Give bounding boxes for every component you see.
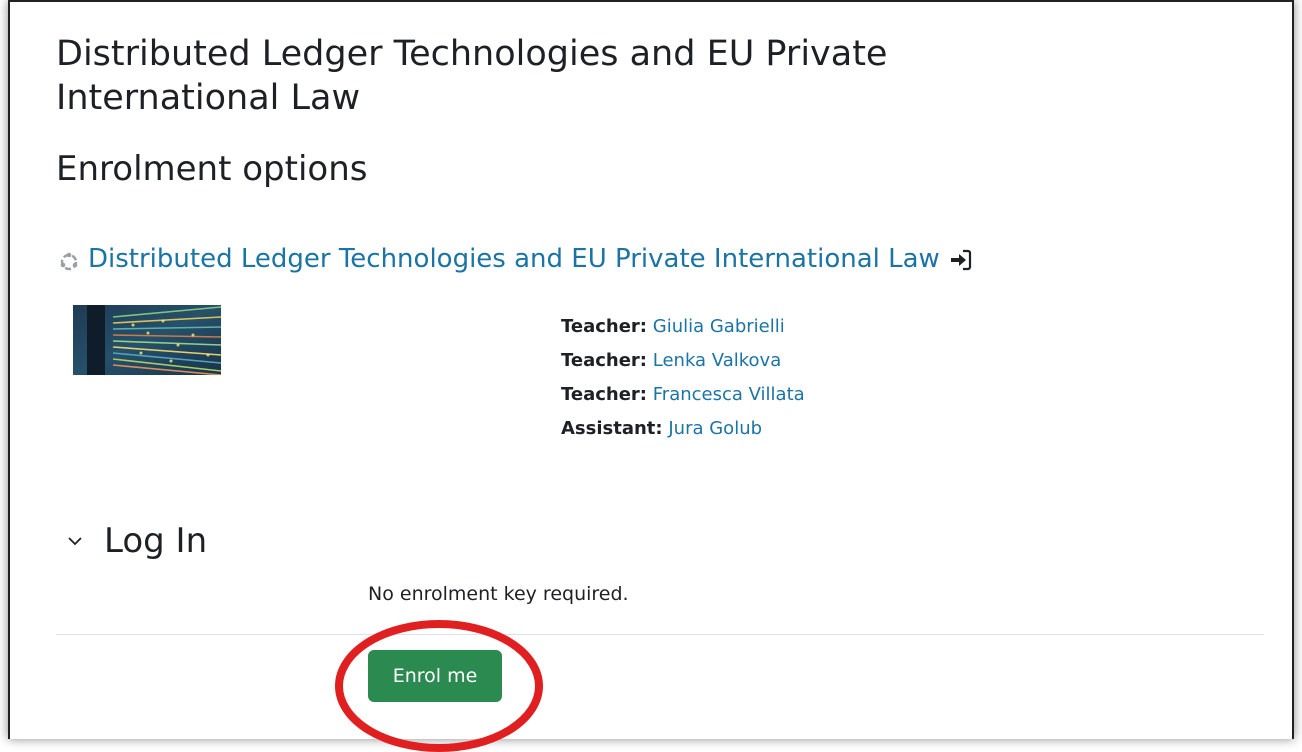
chevron-down-icon (66, 532, 84, 550)
login-section-title: Log In (104, 521, 208, 561)
contact-row: Teacher: Giulia Gabrielli (561, 310, 805, 344)
course-link-row: Distributed Ledger Technologies and EU P… (58, 242, 972, 276)
course-link[interactable]: Distributed Ledger Technologies and EU P… (88, 242, 940, 276)
contact-name-link[interactable]: Francesca Villata (653, 384, 805, 405)
contact-role: Teacher: (561, 350, 648, 371)
enrolment-key-note: No enrolment key required. (368, 583, 629, 605)
contact-row: Teacher: Francesca Villata (561, 378, 805, 412)
course-contacts: Teacher: Giulia Gabrielli Teacher: Lenka… (561, 310, 805, 446)
course-hub-icon (58, 248, 80, 271)
enrolment-options-heading: Enrolment options (56, 149, 368, 189)
contact-name-link[interactable]: Jura Golub (668, 418, 762, 439)
enrol-me-button[interactable]: Enrol me (368, 650, 502, 702)
divider (56, 634, 1264, 635)
page-title: Distributed Ledger Technologies and EU P… (56, 34, 888, 118)
page-frame: Distributed Ledger Technologies and EU P… (8, 0, 1294, 752)
contact-name-link[interactable]: Giulia Gabrielli (653, 316, 785, 337)
contact-name-link[interactable]: Lenka Valkova (653, 350, 781, 371)
contact-row: Assistant: Jura Golub (561, 412, 805, 446)
contact-role: Teacher: (561, 384, 648, 405)
contact-role: Teacher: (561, 316, 648, 337)
contact-role: Assistant: (561, 418, 663, 439)
contact-row: Teacher: Lenka Valkova (561, 344, 805, 378)
sign-in-icon (948, 247, 972, 271)
course-image (73, 305, 221, 375)
login-section-toggle[interactable]: Log In (66, 519, 207, 563)
